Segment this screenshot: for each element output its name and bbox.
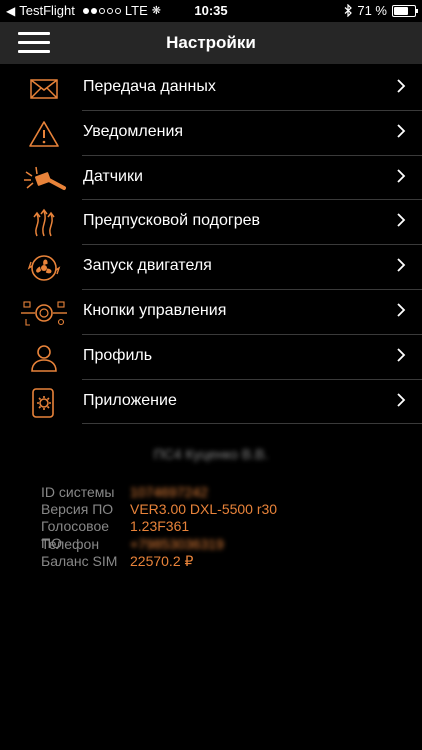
info-value: 1074697242 — [130, 484, 208, 500]
info-key: Телефон — [41, 535, 100, 552]
bluetooth-icon — [344, 4, 353, 17]
menu-item-engine-start[interactable]: Запуск двигателя — [0, 245, 422, 290]
heat-arrows-icon — [20, 206, 68, 240]
menu-item-label: Кнопки управления — [83, 301, 227, 319]
battery-icon — [392, 4, 418, 17]
warning-icon — [20, 117, 68, 151]
chevron-right-icon — [396, 212, 406, 233]
system-info: ID системы 1074697242 Версия ПО VER3.00 … — [41, 484, 277, 570]
info-row-system-id: ID системы 1074697242 — [41, 484, 277, 501]
menu-item-label: Датчики — [83, 167, 143, 185]
control-buttons-icon — [20, 296, 68, 330]
nav-bar: Настройки — [0, 22, 422, 64]
phone-gear-icon — [20, 386, 68, 420]
chevron-right-icon — [396, 123, 406, 144]
settings-list: Передача данных Уведомления Датчики Пред… — [0, 66, 422, 425]
chevron-right-icon — [396, 392, 406, 413]
menu-item-preheater[interactable]: Предпусковой подогрев — [0, 200, 422, 246]
user-icon — [20, 341, 68, 375]
info-row-sim-balance: Баланс SIM 22570.2 ₽ — [41, 553, 277, 570]
battery-percent: 71 % — [357, 3, 387, 18]
divider — [82, 423, 422, 425]
menu-item-notifications[interactable]: Уведомления — [0, 111, 422, 156]
info-value: VER3.00 DXL-5500 r30 — [130, 501, 278, 518]
status-right: 71 % — [344, 3, 418, 18]
engine-fan-icon — [20, 251, 68, 285]
info-key: Голосовое ПО — [41, 518, 110, 552]
chevron-right-icon — [396, 168, 406, 189]
info-row-voice-firmware: Голосовое ПО 1.23F361 — [41, 518, 277, 552]
chevron-right-icon — [396, 257, 406, 278]
info-key: Версия ПО — [41, 501, 114, 518]
info-value: 22570.2 ₽ — [130, 552, 194, 569]
menu-item-label: Профиль — [83, 346, 153, 364]
menu-item-label: Предпусковой подогрев — [83, 212, 261, 230]
owner-name: ПС4 Куценко В.В. — [153, 446, 269, 462]
info-key: Баланс SIM — [41, 552, 118, 569]
menu-item-data-transfer[interactable]: Передача данных — [0, 66, 422, 111]
menu-item-label: Передача данных — [83, 78, 216, 95]
envelope-icon — [20, 72, 68, 106]
menu-item-label: Запуск двигателя — [83, 257, 212, 275]
info-value: 1.23F361 — [130, 518, 190, 535]
menu-item-label: Уведомления — [83, 122, 184, 140]
menu-item-label: Приложение — [83, 391, 177, 409]
menu-item-app[interactable]: Приложение — [0, 380, 422, 425]
page-title: Настройки — [166, 33, 256, 52]
chevron-right-icon — [396, 78, 406, 99]
menu-item-control-buttons[interactable]: Кнопки управления — [0, 290, 422, 335]
info-row-firmware: Версия ПО VER3.00 DXL-5500 r30 — [41, 501, 277, 518]
info-value: +79853036319 — [130, 535, 224, 552]
info-key: ID системы — [41, 484, 115, 500]
info-row-phone: Телефон +79853036319 — [41, 536, 277, 553]
menu-item-profile[interactable]: Профиль — [0, 335, 422, 380]
hammer-shock-icon — [20, 162, 68, 196]
chevron-right-icon — [396, 302, 406, 323]
chevron-right-icon — [396, 347, 406, 368]
status-bar: ◀ TestFlight LTE ❋ 10:35 71 % — [0, 0, 422, 22]
menu-item-sensors[interactable]: Датчики — [0, 156, 422, 201]
